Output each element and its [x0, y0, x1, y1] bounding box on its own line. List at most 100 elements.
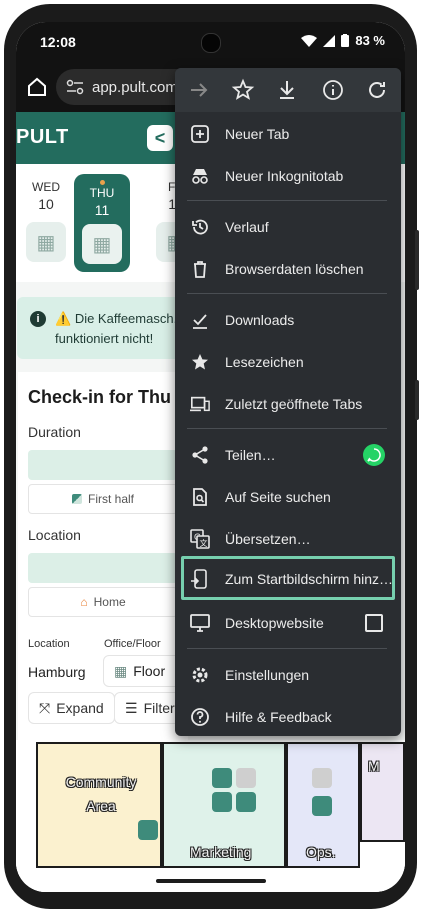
- menu-item-label: Browserdaten löschen: [225, 261, 364, 277]
- front-camera: [201, 33, 221, 53]
- duration-label: Duration: [28, 424, 81, 440]
- menu-item-label: Hilfe & Feedback: [225, 709, 332, 725]
- menu-item-bookmarks[interactable]: Lesezeichen: [175, 341, 401, 383]
- history-icon: [190, 217, 210, 237]
- new-tab-icon: [190, 124, 210, 144]
- battery-icon: [341, 34, 350, 47]
- svg-text:文: 文: [200, 538, 208, 548]
- home-button[interactable]: [22, 72, 52, 102]
- house-icon: ⌂: [80, 595, 88, 609]
- office-option[interactable]: [28, 553, 178, 583]
- menu-item-downloads[interactable]: Downloads: [175, 299, 401, 341]
- menu-item-help[interactable]: Hilfe & Feedback: [175, 696, 401, 738]
- desk[interactable]: [212, 768, 232, 788]
- menu-divider: [187, 200, 387, 201]
- room-m[interactable]: M: [360, 742, 405, 842]
- floor-value: Floor: [133, 663, 166, 679]
- menu-item-label: Einstellungen: [225, 667, 310, 683]
- room-marketing[interactable]: Marketing: [162, 742, 286, 868]
- home-option[interactable]: ⌂ Home: [28, 587, 178, 617]
- wifi-icon: [301, 34, 318, 47]
- status-dot: [99, 180, 105, 185]
- menu-item-label: Downloads: [225, 312, 295, 328]
- refresh-icon[interactable]: [365, 78, 389, 102]
- menu-item-label: Übersetzen…: [225, 531, 311, 547]
- banner-message: Die Kaffeemasch... funktioniert nicht!: [55, 311, 185, 346]
- location-label: Location: [28, 527, 81, 543]
- filter-label: Filter: [143, 700, 175, 716]
- filter-icon: ☰: [125, 699, 138, 716]
- home-icon: [28, 77, 46, 96]
- menu-item-label: Teilen…: [225, 447, 276, 463]
- volume-button: [415, 230, 419, 290]
- desk-occupied[interactable]: [312, 768, 332, 788]
- menu-item-desktop-site[interactable]: Desktopwebsite: [175, 602, 401, 644]
- desk-occupied[interactable]: [236, 768, 256, 788]
- day-number: 11: [94, 202, 110, 218]
- desk[interactable]: [212, 792, 232, 812]
- building-icon: ▦: [82, 224, 122, 264]
- status-time: 12:08: [40, 34, 76, 50]
- menu-item-label: Zuletzt geöffnete Tabs: [225, 396, 363, 412]
- menu-divider: [187, 428, 387, 429]
- info-icon[interactable]: [321, 78, 345, 102]
- menu-item-find-in-page[interactable]: Auf Seite suchen: [175, 476, 401, 518]
- download-icon[interactable]: [275, 78, 299, 102]
- expand-icon: ⤧: [39, 699, 51, 716]
- translate-icon: G文: [190, 529, 210, 549]
- devices-icon: [190, 394, 210, 414]
- info-banner: i ⚠️ Die Kaffeemasch... funktioniert nic…: [17, 297, 184, 359]
- day-name: THU: [89, 186, 115, 200]
- incognito-icon: [190, 166, 210, 186]
- browser-menu: Neuer Tab Neuer Inkognitotab Verlauf Bro…: [175, 68, 401, 736]
- room-ops[interactable]: Ops.: [286, 742, 360, 868]
- menu-item-new-tab[interactable]: Neuer Tab: [175, 113, 401, 155]
- help-icon: [190, 707, 210, 727]
- location-value: Hamburg: [28, 664, 86, 680]
- share-icon: [190, 445, 210, 465]
- menu-item-clear-data[interactable]: Browserdaten löschen: [175, 248, 401, 290]
- location-small-label: Location: [28, 638, 70, 650]
- desk[interactable]: [138, 820, 158, 840]
- status-icons: 83 %: [301, 33, 385, 48]
- phone: 12:08 83 % app.pult.com PULT < WED 10 ▦ …: [0, 0, 421, 913]
- gesture-bar: [156, 879, 266, 883]
- site-settings-icon: [66, 79, 84, 95]
- room-community-area[interactable]: Community Area: [36, 742, 162, 868]
- menu-item-settings[interactable]: Einstellungen: [175, 654, 401, 696]
- warning-icon: ⚠️: [55, 311, 75, 326]
- menu-item-incognito[interactable]: Neuer Inkognitotab: [175, 155, 401, 197]
- desktop-site-checkbox[interactable]: [365, 614, 383, 632]
- desk[interactable]: [236, 792, 256, 812]
- bookmark-star-icon[interactable]: [231, 78, 255, 102]
- building-icon: ▦: [114, 662, 128, 679]
- full-day-option[interactable]: [28, 450, 178, 480]
- menu-item-label: Verlauf: [225, 219, 269, 235]
- expand-button[interactable]: ⤧ Expand: [28, 692, 115, 724]
- day-number: 10: [38, 196, 54, 212]
- menu-item-translate[interactable]: G文 Übersetzen…: [175, 518, 401, 560]
- trash-icon: [190, 259, 210, 279]
- first-half-label: First half: [87, 492, 134, 506]
- desk[interactable]: [312, 796, 332, 816]
- banner-text: ⚠️ Die Kaffeemasch... funktioniert nicht…: [55, 309, 185, 349]
- prev-week-button[interactable]: <: [147, 125, 173, 151]
- day-thu[interactable]: THU 11 ▦: [74, 174, 130, 272]
- menu-item-label: Neuer Tab: [225, 126, 290, 142]
- menu-item-share[interactable]: Teilen…: [175, 434, 401, 476]
- room-label: Ops.: [306, 844, 336, 860]
- home-label: Home: [93, 595, 126, 609]
- whatsapp-icon[interactable]: [363, 444, 385, 466]
- menu-item-recent-tabs[interactable]: Zuletzt geöffnete Tabs: [175, 383, 401, 425]
- first-half-option[interactable]: First half: [28, 484, 178, 514]
- forward-icon[interactable]: [187, 78, 211, 102]
- menu-item-label: Lesezeichen: [225, 354, 304, 370]
- menu-icon-row: [175, 68, 401, 112]
- menu-item-history[interactable]: Verlauf: [175, 206, 401, 248]
- downloads-check-icon: [190, 310, 210, 330]
- info-icon: i: [30, 311, 46, 327]
- menu-item-label: Neuer Inkognitotab: [225, 168, 344, 184]
- day-wed[interactable]: WED 10 ▦: [18, 174, 74, 272]
- screen: 12:08 83 % app.pult.com PULT < WED 10 ▦ …: [16, 22, 405, 892]
- room-label: Marketing: [190, 844, 252, 860]
